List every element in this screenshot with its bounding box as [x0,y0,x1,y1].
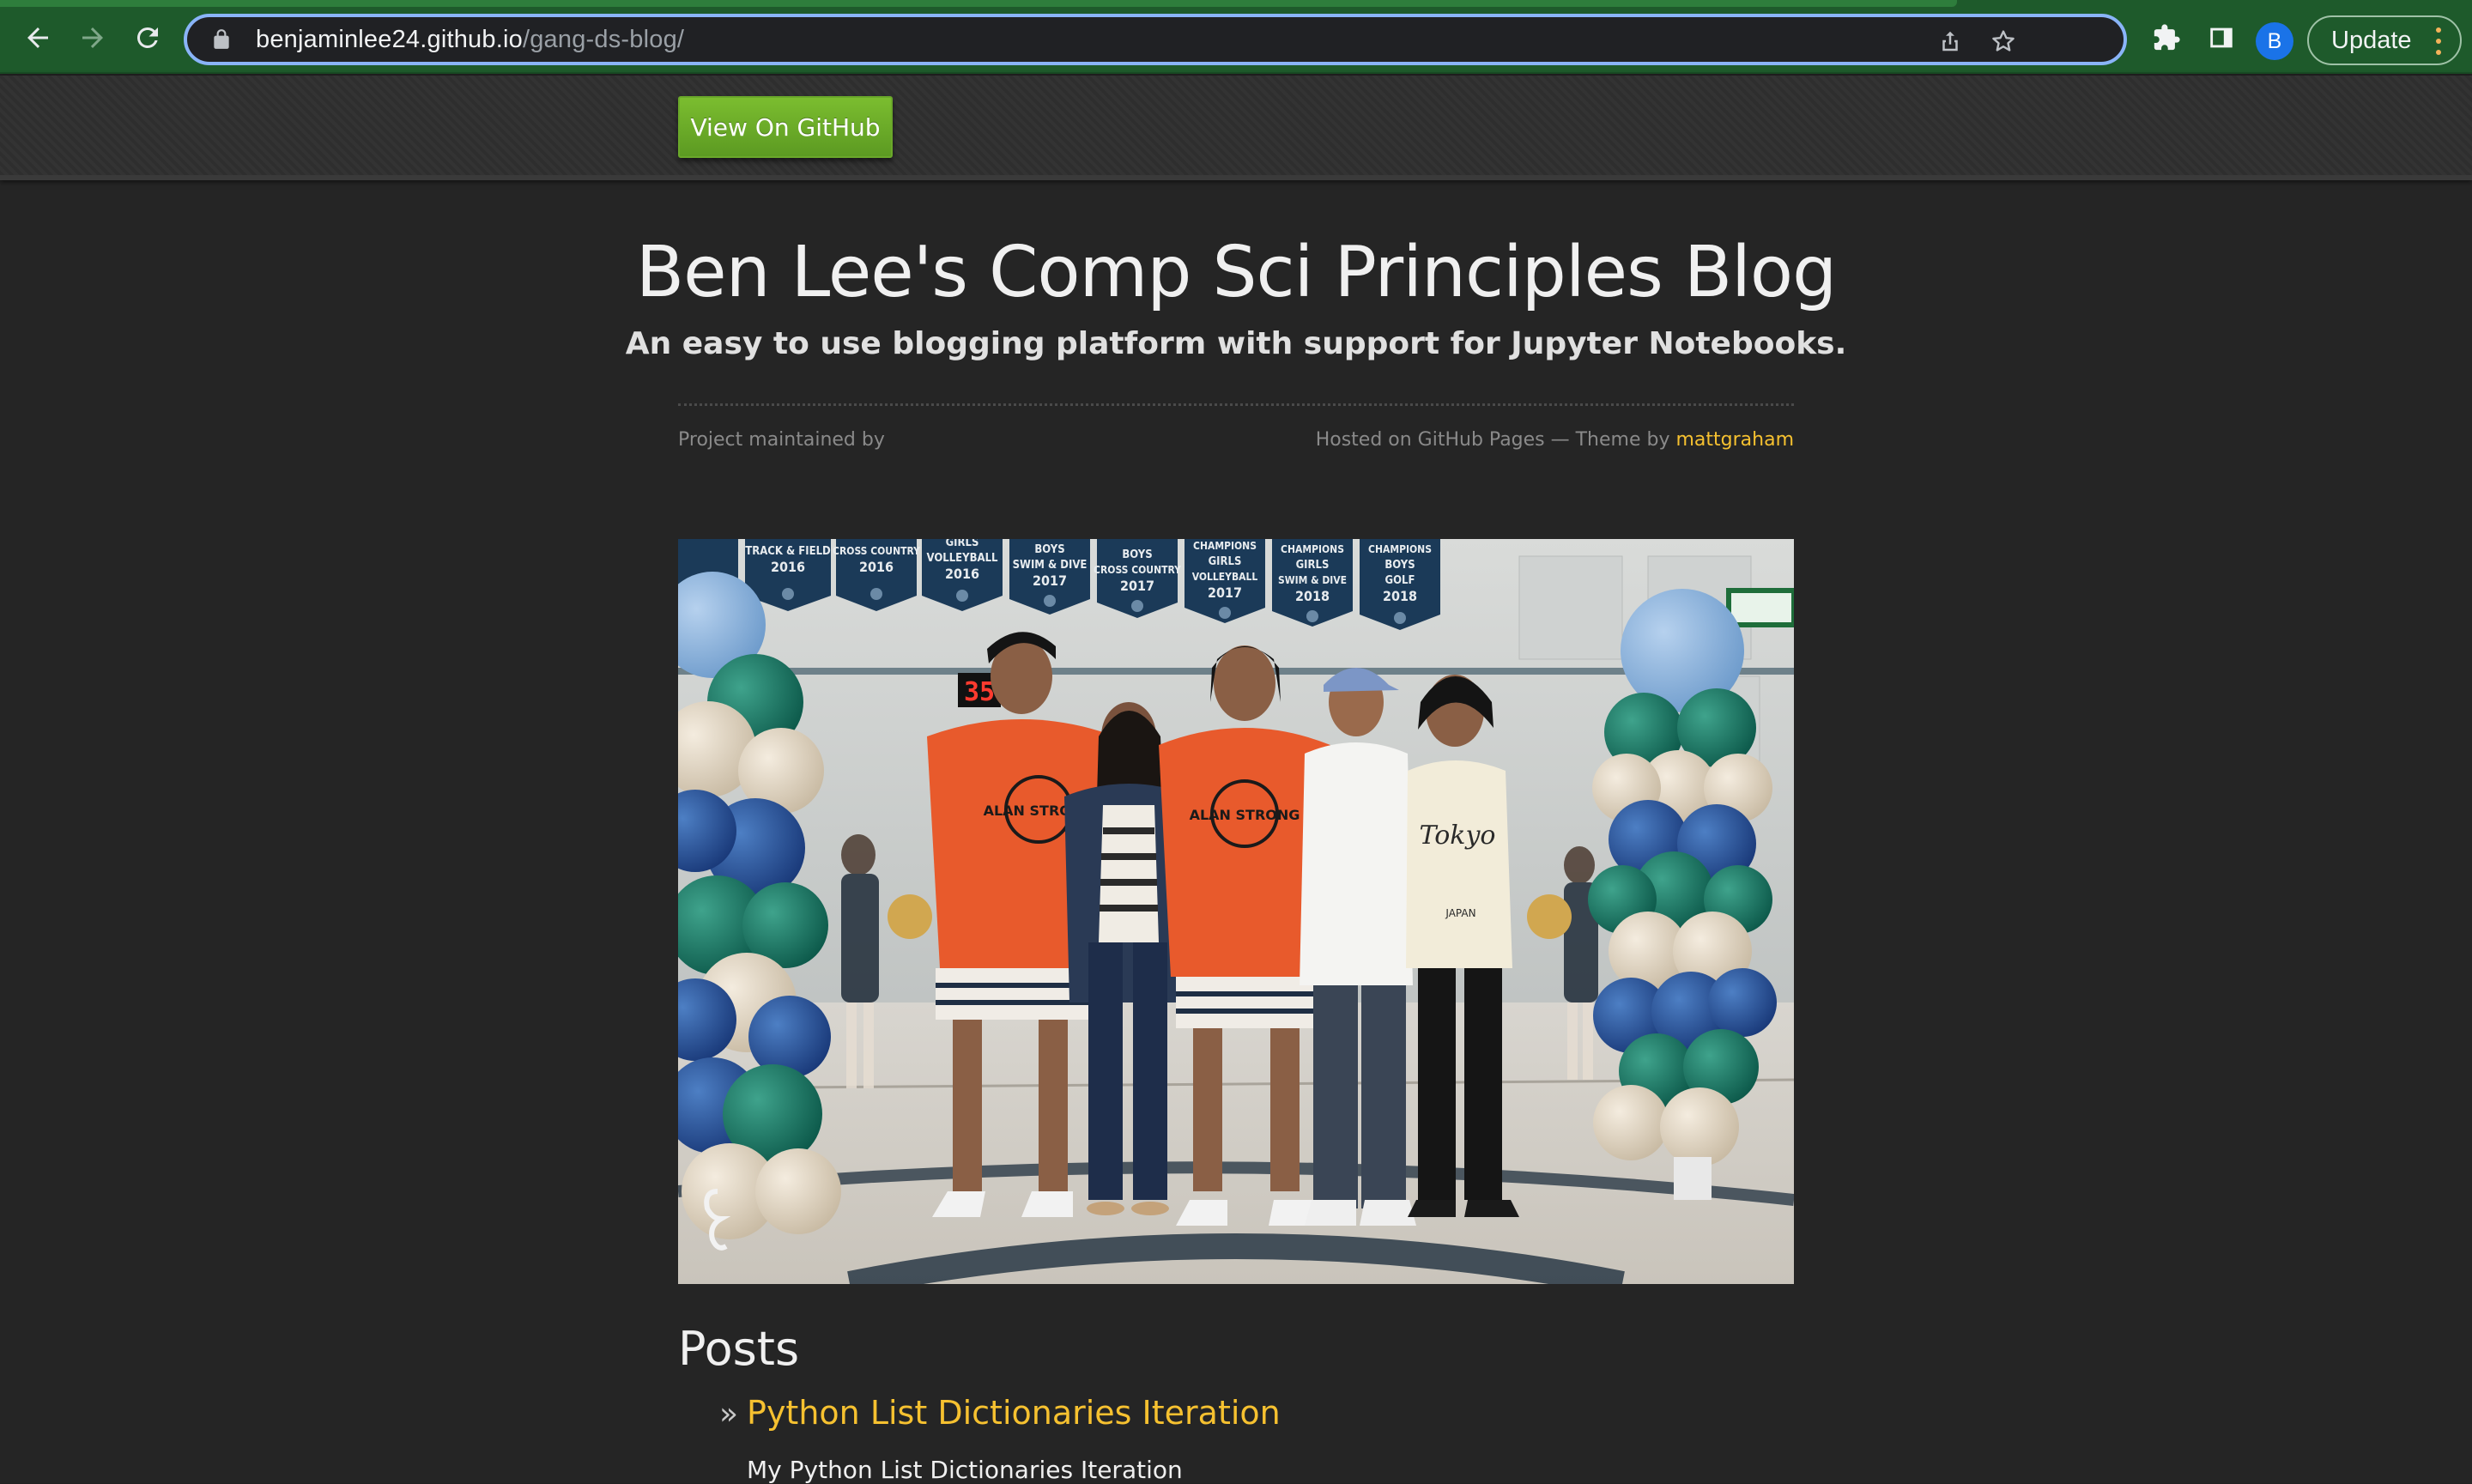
reload-icon [136,27,158,48]
update-button[interactable]: Update [2307,15,2462,65]
banner-text: 2018 [1383,588,1417,604]
post-title-link[interactable]: Python List Dictionaries Iteration [747,1394,1281,1432]
back-arrow-icon [27,27,48,48]
banner-text: CROSS COUNTRY [1094,564,1181,576]
shirt-text: ALAN STRONG [1190,807,1300,823]
shirt-text: JAPAN [1445,907,1475,919]
view-on-github-button[interactable]: View On GitHub [678,96,893,158]
banner-text: 2016 [859,559,894,575]
post-description: My Python List Dictionaries Iteration [747,1456,1183,1484]
back-button[interactable] [15,15,60,60]
reload-button[interactable] [125,15,170,60]
shirt-text: Tokyo [1420,821,1496,851]
star-icon[interactable] [1988,26,2019,57]
lock-icon[interactable] [206,24,237,55]
banner-text: SWIM & DIVE [1278,574,1347,586]
url-host: benjaminlee24.github.io [256,25,523,53]
posts-heading: Posts [678,1322,800,1376]
side-panel-icon[interactable] [2204,21,2239,55]
banner-text: BOYS [1034,543,1064,556]
address-bar[interactable]: benjaminlee24.github.io/gang-ds-blog/ [184,14,2127,65]
banner: BOYS SWIM & DIVE 2017 [1009,539,1090,615]
banner-text: GIRLS [946,539,979,549]
web-page: View On GitHub Ben Lee's Comp Sci Princi… [0,76,2472,1484]
url-text[interactable]: benjaminlee24.github.io/gang-ds-blog/ [256,26,684,54]
banner-text: 2018 [1295,588,1330,604]
forward-arrow-icon [82,27,103,48]
banner-text: VOLLEYBALL [1192,571,1258,583]
banner-text: 2016 [945,566,979,582]
banner: CHAMPIONS BOYS GOLF 2018 [1360,539,1440,630]
extensions-puzzle-icon[interactable] [2149,21,2184,55]
hero-photo-illustration: TRACK & FIELD 2016 CROSS COUNTRY 2016 GI… [678,539,1794,1284]
banner-text: CHAMPIONS [1281,543,1344,555]
share-icon[interactable] [1935,26,1966,57]
banner-text: GIRLS [1209,555,1242,568]
person-4 [1300,668,1416,1226]
browser-toolbar: benjaminlee24.github.io/gang-ds-blog/ B … [0,0,2472,74]
kebab-menu-icon[interactable] [2436,27,2443,55]
banner-text: BOYS [1122,548,1152,561]
site-tagline: An easy to use blogging platform with su… [625,326,1847,361]
banner-text: 2016 [771,559,805,575]
banner: BOYS CROSS COUNTRY 2017 [1094,539,1181,618]
banner-text: 2017 [1120,578,1154,594]
url-path: /gang-ds-blog/ [522,25,685,53]
banner-text: CROSS COUNTRY [833,545,920,557]
hero-photo: TRACK & FIELD 2016 CROSS COUNTRY 2016 GI… [678,539,1794,1284]
banner-text: 2017 [1208,585,1242,601]
banner-text: GOLF [1385,574,1415,587]
banner: CHAMPIONS GIRLS SWIM & DIVE 2018 [1272,539,1353,627]
hosted-label: Hosted on GitHub Pages — Theme by [1315,429,1670,451]
site-header-bar: View On GitHub [0,76,2472,180]
profile-avatar[interactable]: B [2256,22,2293,60]
header-divider [678,403,1794,406]
banner-text: CHAMPIONS [1368,543,1432,555]
post-list-item: » Python List Dictionaries Iteration [719,1394,1281,1432]
banner-text: TRACK & FIELD [745,545,831,558]
hosted-on-text: Hosted on GitHub Pages — Theme by mattgr… [1316,429,1794,451]
page-load-progress [0,0,1957,7]
banner-text: CHAMPIONS [1193,540,1257,552]
banner-text: SWIM & DIVE [1013,559,1088,572]
maintained-by-text: Project maintained by [678,429,885,451]
banner-text: VOLLEYBALL [927,552,999,565]
scoreboard-digits: 35 [964,677,995,707]
banner-text: GIRLS [1296,559,1330,572]
banner: CHAMPIONS GIRLS VOLLEYBALL 2017 [1184,539,1265,623]
site-title: Ben Lee's Comp Sci Principles Blog [635,232,1837,313]
forward-button[interactable] [70,15,115,60]
banner-text: 2017 [1033,572,1067,589]
double-chevron-bullet-icon: » [719,1396,739,1432]
theme-author-link[interactable]: mattgraham [1675,429,1794,451]
update-label: Update [2331,26,2412,54]
banner-text: BOYS [1384,559,1415,572]
